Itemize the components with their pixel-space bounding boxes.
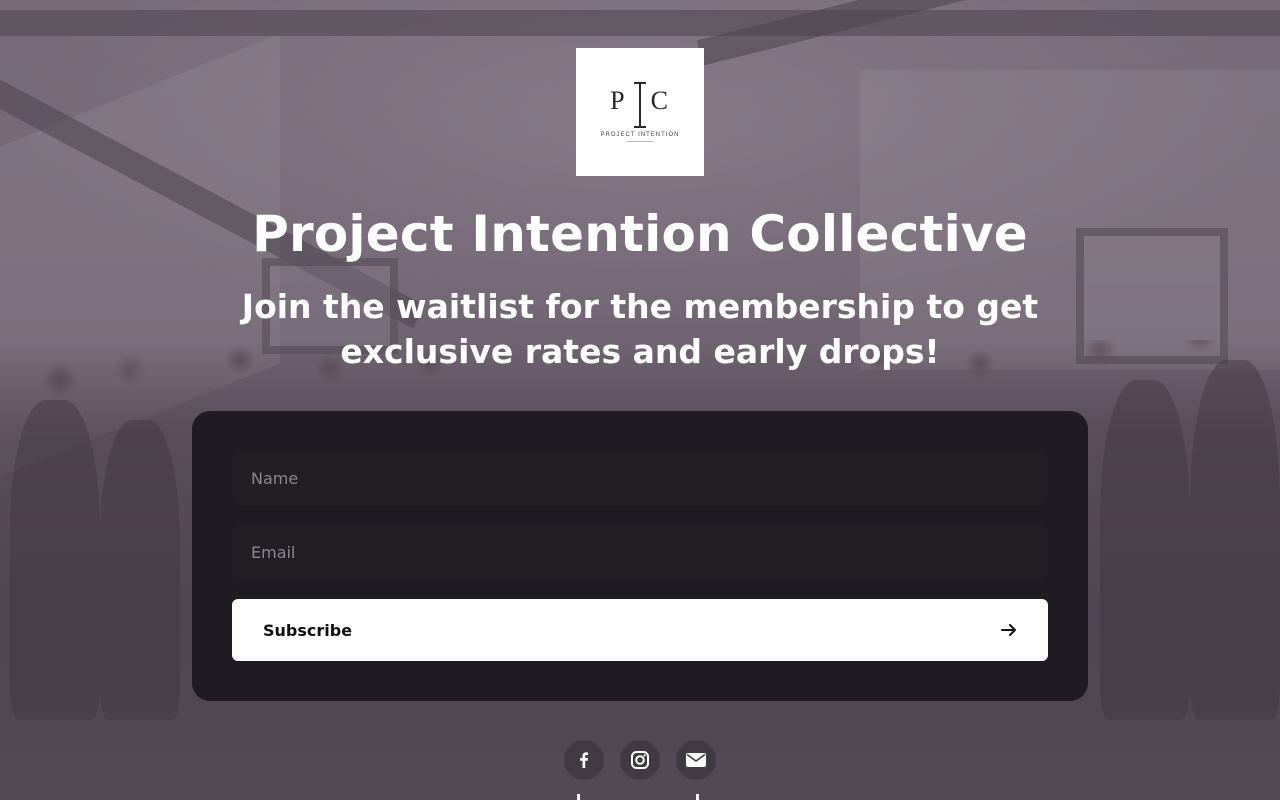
page-subtitle: Join the waitlist for the membership to … xyxy=(241,287,1039,371)
brand-logo: P C PROJECT INTENTION xyxy=(576,48,704,176)
logo-initial-left: P xyxy=(610,86,626,115)
email-link[interactable] xyxy=(676,740,716,780)
facebook-icon xyxy=(580,752,589,768)
email-icon xyxy=(686,753,706,767)
footer-peek xyxy=(0,794,1280,800)
logo-monogram: P C xyxy=(610,82,670,128)
social-links xyxy=(564,740,716,780)
waitlist-form: Subscribe xyxy=(192,411,1088,701)
instagram-icon xyxy=(631,751,649,769)
logo-initial-right: C xyxy=(650,86,670,115)
subscribe-button[interactable]: Subscribe xyxy=(232,599,1048,661)
arrow-right-icon xyxy=(1001,624,1016,636)
footer-mark xyxy=(696,794,699,800)
footer-mark xyxy=(577,794,580,800)
name-field[interactable] xyxy=(232,451,1048,505)
email-field[interactable] xyxy=(232,525,1048,579)
logo-divider xyxy=(627,141,653,142)
page-title: Project Intention Collective xyxy=(252,205,1028,263)
subscribe-label: Subscribe xyxy=(263,620,353,640)
instagram-link[interactable] xyxy=(620,740,660,780)
logo-bar xyxy=(634,82,646,128)
facebook-link[interactable] xyxy=(564,740,604,780)
logo-wordmark: PROJECT INTENTION xyxy=(600,132,680,138)
